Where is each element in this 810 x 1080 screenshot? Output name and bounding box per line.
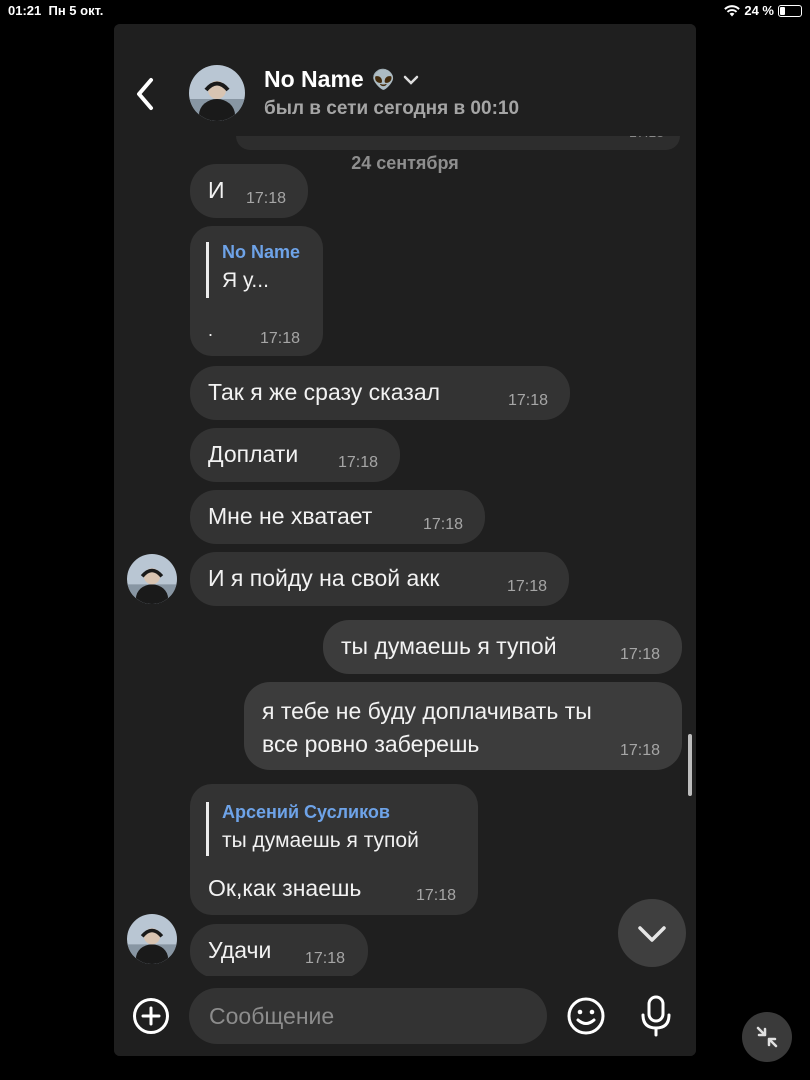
scroll-down-button[interactable] bbox=[618, 899, 686, 967]
avatar[interactable] bbox=[127, 554, 177, 604]
reply-quote[interactable]: No Name Я у... bbox=[206, 242, 300, 298]
outgoing-message-bubble[interactable]: я тебе не буду доплачивать ты все ровно … bbox=[244, 682, 682, 770]
reply-text: Я у... bbox=[222, 269, 269, 292]
status-bar: 01:21 Пн 5 окт. 24 % bbox=[0, 0, 810, 22]
message-time: 17:18 bbox=[620, 742, 661, 759]
message-text: Мне не хватает bbox=[208, 503, 373, 529]
chevron-down-icon[interactable] bbox=[403, 75, 419, 85]
last-seen-status: был в сети сегодня в 00:10 bbox=[264, 98, 520, 119]
message-bubble[interactable]: И я пойду на свой акк 17:18 bbox=[190, 552, 569, 606]
plus-circle-icon[interactable] bbox=[132, 997, 170, 1035]
reply-author: No Name bbox=[222, 242, 301, 262]
message-bubble[interactable]: Так я же сразу сказал 17:18 bbox=[190, 366, 570, 420]
message-time: 17:18 bbox=[416, 887, 457, 904]
message-bubble[interactable]: И 17:18 bbox=[190, 164, 308, 218]
chat-window: No Name 👽 был в сети сегодня в 00:10 17:… bbox=[114, 24, 696, 1056]
chat-header: No Name 👽 был в сети сегодня в 00:10 bbox=[114, 24, 696, 136]
battery-percent: 24 % bbox=[744, 3, 774, 18]
minimize-window-button[interactable] bbox=[742, 1012, 792, 1062]
reply-quote[interactable]: Арсений Сусликов ты думаешь я тупой bbox=[206, 802, 419, 856]
message-time: 17:18 bbox=[260, 330, 301, 347]
microphone-icon[interactable] bbox=[638, 994, 674, 1038]
smiley-icon[interactable] bbox=[566, 996, 606, 1036]
message-input[interactable]: Сообщение bbox=[189, 988, 547, 1044]
contact-name[interactable]: No Name 👽 bbox=[264, 66, 419, 93]
chevron-left-icon[interactable] bbox=[132, 74, 158, 114]
message-time: 17:18 bbox=[305, 950, 346, 967]
reply-author: Арсений Сусликов bbox=[222, 802, 390, 822]
message-bubble-with-reply[interactable]: No Name Я у... . 17:18 bbox=[190, 226, 323, 356]
message-input-placeholder: Сообщение bbox=[209, 1003, 335, 1029]
collapse-arrows-icon bbox=[756, 1026, 778, 1048]
message-text: . bbox=[208, 320, 214, 340]
message-time: 17:18 bbox=[508, 392, 549, 409]
message-text-line: все ровно заберешь bbox=[262, 731, 480, 757]
message-bubble[interactable]: Удачи 17:18 bbox=[190, 924, 368, 978]
avatar[interactable] bbox=[127, 914, 177, 964]
message-text: И я пойду на свой акк bbox=[208, 565, 440, 591]
contact-name-text: No Name bbox=[264, 66, 364, 92]
reply-text: ты думаешь я тупой bbox=[222, 829, 419, 852]
avatar[interactable] bbox=[189, 65, 245, 121]
message-time: 17:18 bbox=[507, 578, 548, 595]
message-time: 17:18 bbox=[246, 190, 287, 207]
alien-emoji: 👽 bbox=[371, 69, 396, 91]
message-bubble[interactable]: Мне не хватает 17:18 bbox=[190, 490, 485, 544]
message-text-line: я тебе не буду доплачивать ты bbox=[262, 698, 592, 724]
message-composer: Сообщение bbox=[114, 976, 696, 1056]
message-bubble-with-reply[interactable]: Арсений Сусликов ты думаешь я тупой Ок,к… bbox=[190, 784, 478, 915]
outgoing-message-bubble[interactable]: ты думаешь я тупой 17:18 bbox=[323, 620, 682, 674]
wifi-icon bbox=[724, 4, 741, 17]
battery-icon bbox=[778, 4, 802, 17]
status-right: 24 % bbox=[724, 3, 802, 18]
status-date: Пн 5 окт. bbox=[48, 3, 104, 18]
chevron-down-icon bbox=[638, 926, 666, 942]
message-text: И bbox=[208, 177, 225, 203]
message-time: 17:18 bbox=[620, 646, 661, 663]
message-bubble[interactable]: Доплати 17:18 bbox=[190, 428, 400, 482]
message-time: 17:18 bbox=[423, 516, 464, 533]
scrollbar-thumb[interactable] bbox=[688, 734, 692, 796]
message-time: 17:18 bbox=[338, 454, 379, 471]
message-text: Так я же сразу сказал bbox=[208, 379, 441, 405]
message-text: ты думаешь я тупой bbox=[341, 633, 557, 659]
message-text: Удачи bbox=[208, 937, 272, 963]
message-text: Ок,как знаешь bbox=[208, 875, 362, 901]
status-time: 01:21 Пн 5 окт. bbox=[8, 3, 104, 18]
message-text: Доплати bbox=[208, 441, 299, 467]
